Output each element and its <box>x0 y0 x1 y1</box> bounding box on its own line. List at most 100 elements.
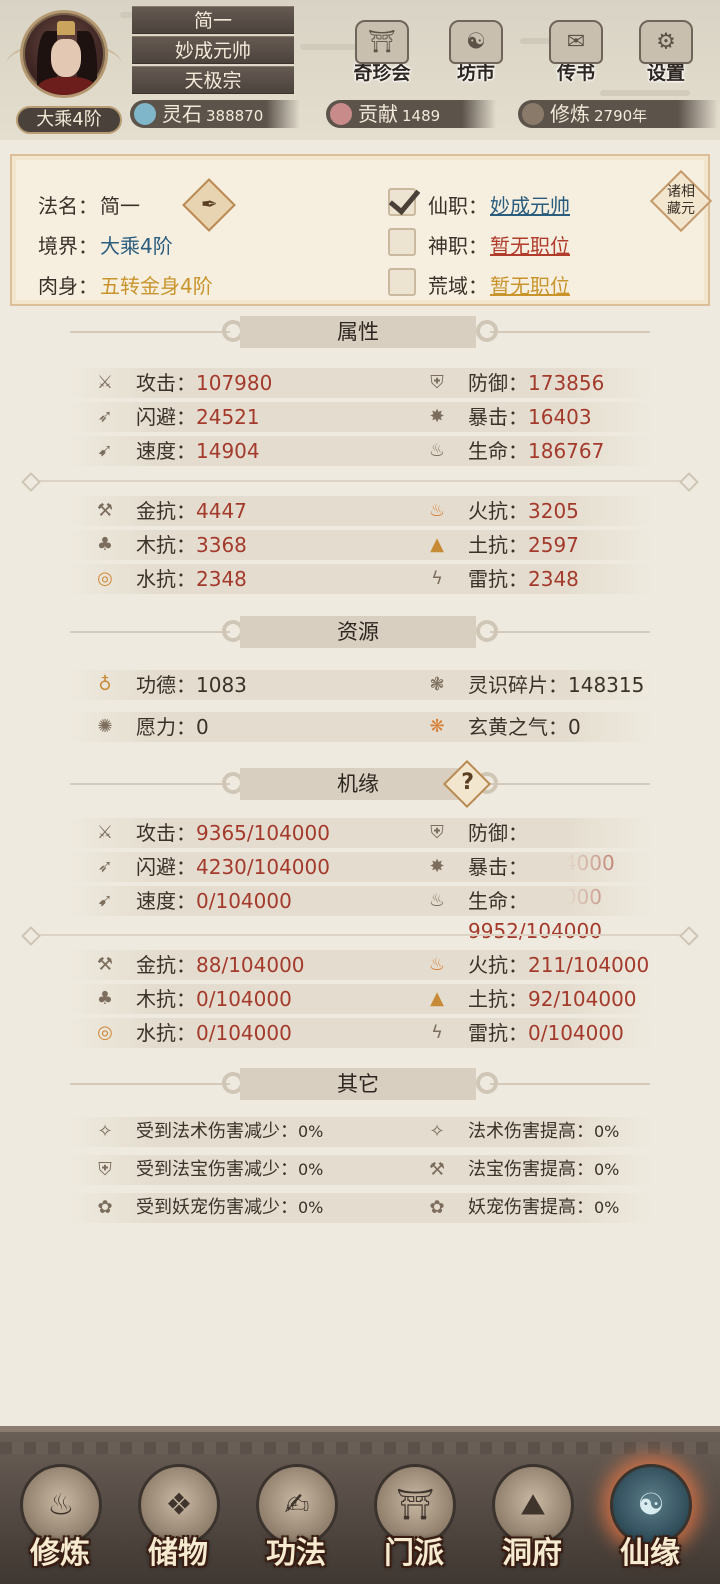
stat-entry: 木抗：3368 <box>136 530 247 560</box>
nav-item-5[interactable]: ☯ 仙缘 <box>596 1464 704 1584</box>
stat-value: 186767 <box>528 439 605 463</box>
cultivation-figure-icon <box>522 103 544 125</box>
immortal-post-link[interactable]: 妙成元帅 <box>490 194 570 218</box>
defense-icon: ⛨ <box>430 822 444 843</box>
nav-item-3[interactable]: ⛩ 门派 <box>360 1464 468 1584</box>
stat-entry: 生命： 9952/104000 <box>468 886 654 943</box>
spirit-fragment-icon: ❃ <box>429 674 445 695</box>
stat-entry: 火抗：3205 <box>468 496 579 526</box>
nav-label: 储物 <box>148 1536 208 1571</box>
nav-item-0[interactable]: ♨ 修炼 <box>6 1464 114 1584</box>
critical-icon: ✸ <box>429 406 445 427</box>
wish-power-icon: ✺ <box>97 716 113 737</box>
stat-row: ✺ 愿力：0 ❋ 玄黄之气：0 <box>66 712 654 742</box>
stat-row: ⚔ 攻击：9365/104000 ⛨ 防御：12287/104000 <box>66 818 654 875</box>
stat-row: ➹ 速度：0/104000 ♨ 生命： 9952/104000 <box>66 886 654 943</box>
wood-resist-icon: ♣ <box>96 988 114 1009</box>
stat-label: 金抗： <box>136 953 196 977</box>
fire-resist-icon: ♨ <box>428 500 446 521</box>
dodge-icon: ➶ <box>97 406 113 427</box>
speed-icon: ➹ <box>97 890 113 911</box>
dodge-icon: ➶ <box>97 856 113 877</box>
stat-entry: 速度：0/104000 <box>136 886 292 916</box>
stat-label: 木抗： <box>136 987 196 1011</box>
rename-brush-button[interactable]: ✒ <box>182 178 236 232</box>
immortal-post-checkbox[interactable] <box>388 188 416 216</box>
other-section-header: 其它 <box>0 1064 720 1104</box>
stat-label: 法宝伤害提高： <box>468 1159 594 1180</box>
wild-domain-link[interactable]: 暂无职位 <box>490 274 570 298</box>
stat-value: 0/104000 <box>196 889 292 913</box>
stat-row: ♣ 木抗：0/104000 ▲ 土抗：92/104000 <box>66 984 654 1014</box>
water-resist-icon: ◎ <box>97 1022 113 1043</box>
other-stat: 受到法宝伤害减少：0% <box>136 1155 323 1185</box>
resources-section-header: 资源 <box>0 612 720 652</box>
stat-label: 闪避： <box>136 405 196 429</box>
spirit-stone-resource: 灵石 388870 <box>130 100 300 128</box>
stat-label: 攻击： <box>136 821 196 845</box>
stat-entry: 暴击：3465/104000 <box>468 852 654 909</box>
life-icon: ♨ <box>428 440 446 461</box>
stat-value: 3368 <box>196 533 247 557</box>
nav-item-2[interactable]: ✍ 功法 <box>242 1464 350 1584</box>
other-stat: 受到妖宠伤害减少：0% <box>136 1193 323 1223</box>
stat-entry: 水抗：0/104000 <box>136 1018 292 1048</box>
dharma-name-row: 法名： 简一 <box>38 194 140 218</box>
divine-post-checkbox[interactable] <box>388 228 416 256</box>
section-title: 资源 <box>240 616 476 648</box>
divine-post-link[interactable]: 暂无职位 <box>490 234 570 258</box>
stat-entry: 速度：14904 <box>136 436 260 466</box>
stat-entry: 灵识碎片：148315 <box>468 670 644 700</box>
attack-icon: ⚔ <box>96 372 114 393</box>
letter-button[interactable]: ✉ 传书 <box>540 20 612 86</box>
stat-value: 2348 <box>196 567 247 591</box>
other-stat: 法宝伤害提高：0% <box>468 1155 619 1185</box>
stat-value: 0 <box>196 715 209 739</box>
stat-value: 2597 <box>528 533 579 557</box>
stat-label: 暴击： <box>468 855 528 879</box>
attributes-section-header: 属性 <box>0 312 720 352</box>
stat-entry: 防御：12287/104000 <box>468 818 654 875</box>
stat-value: 173856 <box>528 371 605 395</box>
nav-item-4[interactable]: ⛰ 洞府 <box>478 1464 586 1584</box>
stat-value: 1083 <box>196 673 247 697</box>
divider <box>24 934 696 936</box>
stat-row: ♣ 木抗：3368 ▲ 土抗：2597 <box>66 530 654 560</box>
treasure-auction-button[interactable]: ⛩ 奇珍会 <box>346 20 418 86</box>
stat-label: 水抗： <box>136 1021 196 1045</box>
spell-boost-icon: ✧ <box>429 1121 445 1142</box>
stat-label: 愿力： <box>136 715 196 739</box>
character-panel: 法名： 简一 ✒ 境界： 大乘4阶 肉身： 五转金身4阶 仙职： 妙成元帅 神职： 暂无职… <box>0 140 720 1426</box>
stat-label: 受到法术伤害减少： <box>136 1121 298 1142</box>
stat-row: ◎ 水抗：0/104000 ϟ 雷抗：0/104000 <box>66 1018 654 1048</box>
spell-reduce-icon: ✧ <box>97 1121 113 1142</box>
player-sect: 天极宗 <box>132 66 294 94</box>
fire-resist-icon: ♨ <box>428 954 446 975</box>
defense-icon: ⛨ <box>430 372 444 393</box>
stat-entry: 火抗：211/104000 <box>468 950 649 980</box>
nav-item-1[interactable]: ❖ 储物 <box>124 1464 232 1584</box>
stat-label: 玄黄之气： <box>468 715 568 739</box>
stat-label: 速度： <box>136 439 196 463</box>
attack-icon: ⚔ <box>96 822 114 843</box>
stat-entry: 土抗：2597 <box>468 530 579 560</box>
settings-button[interactable]: ⚙ 设置 <box>630 20 702 86</box>
stat-entry: 攻击：9365/104000 <box>136 818 330 848</box>
stat-value: 0% <box>298 1160 324 1179</box>
market-button[interactable]: ☯ 坊市 <box>440 20 512 86</box>
avatar[interactable]: 大乘4阶 <box>6 10 122 134</box>
stat-label: 火抗： <box>468 499 528 523</box>
stat-label: 木抗： <box>136 533 196 557</box>
nav-label: 修炼 <box>30 1536 90 1571</box>
stat-value: 9952/104000 <box>468 919 602 943</box>
stat-value: 14904 <box>196 439 260 463</box>
stat-row: ♁ 功德：1083 ❃ 灵识碎片：148315 <box>66 670 654 700</box>
stat-value: 2348 <box>528 567 579 591</box>
stat-value: 0/104000 <box>528 1021 624 1045</box>
nav-label: 仙缘 <box>620 1536 680 1571</box>
pavilion-icon: ⛩ <box>355 20 409 64</box>
stat-label: 灵识碎片： <box>468 673 568 697</box>
stat-value: 0% <box>594 1198 620 1217</box>
wild-domain-checkbox[interactable] <box>388 268 416 296</box>
zhuxiang-cangyuan-button[interactable]: 诸相 藏元 <box>649 169 713 233</box>
